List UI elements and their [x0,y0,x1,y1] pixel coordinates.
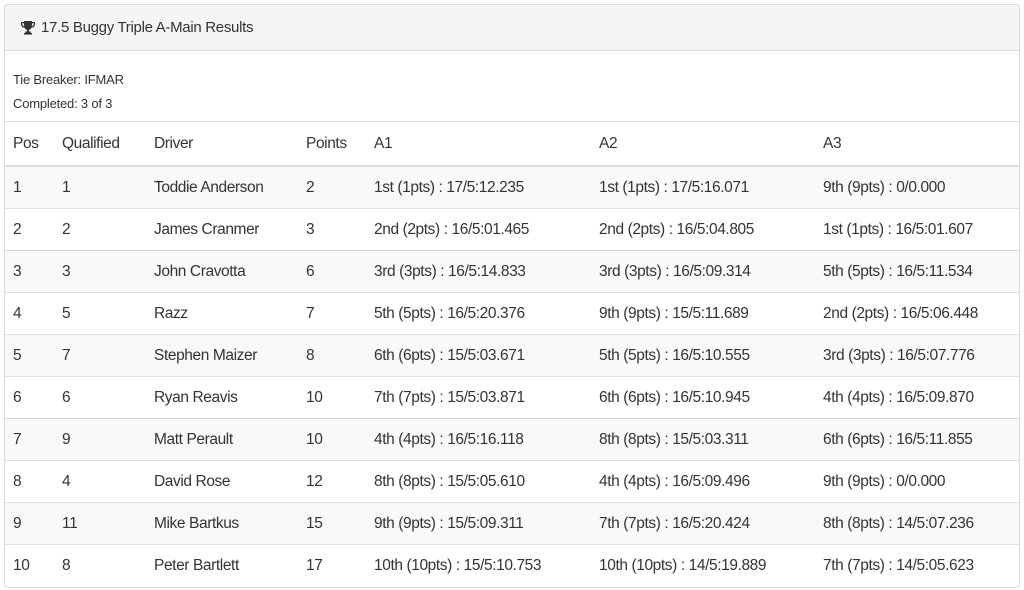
cell-pos: 2 [5,208,54,251]
cell-a1: 10th (10pts) : 15/5:10.753 [366,544,591,586]
table-row: 8 4 David Rose 12 8th (8pts) : 15/5:05.6… [5,460,1019,503]
cell-driver: David Rose [146,460,298,503]
cell-driver: Matt Perault [146,418,298,461]
results-panel: 17.5 Buggy Triple A-Main Results Tie Bre… [4,4,1020,588]
cell-a1: 3rd (3pts) : 16/5:14.833 [366,250,591,293]
cell-points: 3 [298,208,366,251]
race-meta: Tie Breaker: IFMAR Completed: 3 of 3 [5,51,1019,121]
cell-a2: 7th (7pts) : 16/5:20.424 [591,502,815,545]
cell-a2: 9th (9pts) : 15/5:11.689 [591,292,815,335]
cell-points: 7 [298,292,366,335]
cell-a3: 9th (9pts) : 0/0.000 [815,460,1019,503]
cell-a1: 7th (7pts) : 15/5:03.871 [366,376,591,419]
cell-a2: 4th (4pts) : 16/5:09.496 [591,460,815,503]
table-row: 3 3 John Cravotta 6 3rd (3pts) : 16/5:14… [5,250,1019,293]
cell-pos: 3 [5,250,54,293]
table-row: 9 11 Mike Bartkus 15 9th (9pts) : 15/5:0… [5,502,1019,545]
panel-heading: 17.5 Buggy Triple A-Main Results [5,5,1019,51]
cell-a2: 6th (6pts) : 16/5:10.945 [591,376,815,419]
tie-breaker-text: Tie Breaker: IFMAR [13,72,124,87]
cell-pos: 10 [5,544,54,586]
col-header-a1: A1 [366,121,591,167]
trophy-icon [20,20,36,36]
cell-points: 10 [298,418,366,461]
col-header-points: Points [298,121,366,167]
cell-qualified: 1 [54,166,146,209]
cell-qualified: 2 [54,208,146,251]
cell-qualified: 9 [54,418,146,461]
cell-a3: 2nd (2pts) : 16/5:06.448 [815,292,1019,335]
cell-a1: 9th (9pts) : 15/5:09.311 [366,502,591,545]
cell-qualified: 8 [54,544,146,586]
cell-a2: 10th (10pts) : 14/5:19.889 [591,544,815,586]
table-row: 1 1 Toddie Anderson 2 1st (1pts) : 17/5:… [5,166,1019,209]
cell-a3: 6th (6pts) : 16/5:11.855 [815,418,1019,461]
cell-driver: John Cravotta [146,250,298,293]
cell-points: 8 [298,334,366,377]
cell-a1: 5th (5pts) : 16/5:20.376 [366,292,591,335]
cell-a3: 5th (5pts) : 16/5:11.534 [815,250,1019,293]
cell-points: 12 [298,460,366,503]
table-row: 2 2 James Cranmer 3 2nd (2pts) : 16/5:01… [5,208,1019,251]
col-header-a2: A2 [591,121,815,167]
cell-qualified: 11 [54,502,146,545]
cell-pos: 9 [5,502,54,545]
cell-a2: 1st (1pts) : 17/5:16.071 [591,166,815,209]
panel-title: 17.5 Buggy Triple A-Main Results [41,19,254,36]
table-row: 4 5 Razz 7 5th (5pts) : 16/5:20.376 9th … [5,292,1019,335]
cell-a3: 1st (1pts) : 16/5:01.607 [815,208,1019,251]
table-row: 6 6 Ryan Reavis 10 7th (7pts) : 15/5:03.… [5,376,1019,419]
cell-a3: 3rd (3pts) : 16/5:07.776 [815,334,1019,377]
col-header-qualified: Qualified [54,121,146,167]
cell-driver: Mike Bartkus [146,502,298,545]
table-row: 7 9 Matt Perault 10 4th (4pts) : 16/5:16… [5,418,1019,461]
cell-driver: James Cranmer [146,208,298,251]
cell-points: 10 [298,376,366,419]
cell-a3: 7th (7pts) : 14/5:05.623 [815,544,1019,586]
cell-a3: 8th (8pts) : 14/5:07.236 [815,502,1019,545]
cell-pos: 1 [5,166,54,209]
cell-driver: Ryan Reavis [146,376,298,419]
cell-pos: 7 [5,418,54,461]
cell-driver: Toddie Anderson [146,166,298,209]
cell-qualified: 5 [54,292,146,335]
cell-pos: 6 [5,376,54,419]
cell-a1: 2nd (2pts) : 16/5:01.465 [366,208,591,251]
cell-a2: 3rd (3pts) : 16/5:09.314 [591,250,815,293]
cell-qualified: 3 [54,250,146,293]
cell-a2: 2nd (2pts) : 16/5:04.805 [591,208,815,251]
cell-points: 6 [298,250,366,293]
cell-a1: 6th (6pts) : 15/5:03.671 [366,334,591,377]
cell-qualified: 4 [54,460,146,503]
cell-a2: 5th (5pts) : 16/5:10.555 [591,334,815,377]
cell-points: 15 [298,502,366,545]
cell-a3: 4th (4pts) : 16/5:09.870 [815,376,1019,419]
cell-driver: Stephen Maizer [146,334,298,377]
cell-a3: 9th (9pts) : 0/0.000 [815,166,1019,209]
col-header-driver: Driver [146,121,298,167]
cell-a2: 8th (8pts) : 15/5:03.311 [591,418,815,461]
table-row: 10 8 Peter Bartlett 17 10th (10pts) : 15… [5,544,1019,586]
cell-driver: Peter Bartlett [146,544,298,586]
cell-points: 2 [298,166,366,209]
results-table: Pos Qualified Driver Points A1 A2 A3 1 1… [5,121,1019,586]
table-header-row: Pos Qualified Driver Points A1 A2 A3 [5,121,1019,167]
cell-pos: 4 [5,292,54,335]
cell-pos: 8 [5,460,54,503]
cell-qualified: 6 [54,376,146,419]
completed-text: Completed: 3 of 3 [13,96,113,111]
col-header-pos: Pos [5,121,54,167]
cell-driver: Razz [146,292,298,335]
cell-pos: 5 [5,334,54,377]
cell-points: 17 [298,544,366,586]
cell-a1: 1st (1pts) : 17/5:12.235 [366,166,591,209]
cell-a1: 4th (4pts) : 16/5:16.118 [366,418,591,461]
cell-qualified: 7 [54,334,146,377]
cell-a1: 8th (8pts) : 15/5:05.610 [366,460,591,503]
table-row: 5 7 Stephen Maizer 8 6th (6pts) : 15/5:0… [5,334,1019,377]
col-header-a3: A3 [815,121,1019,167]
results-body: 1 1 Toddie Anderson 2 1st (1pts) : 17/5:… [5,166,1019,586]
